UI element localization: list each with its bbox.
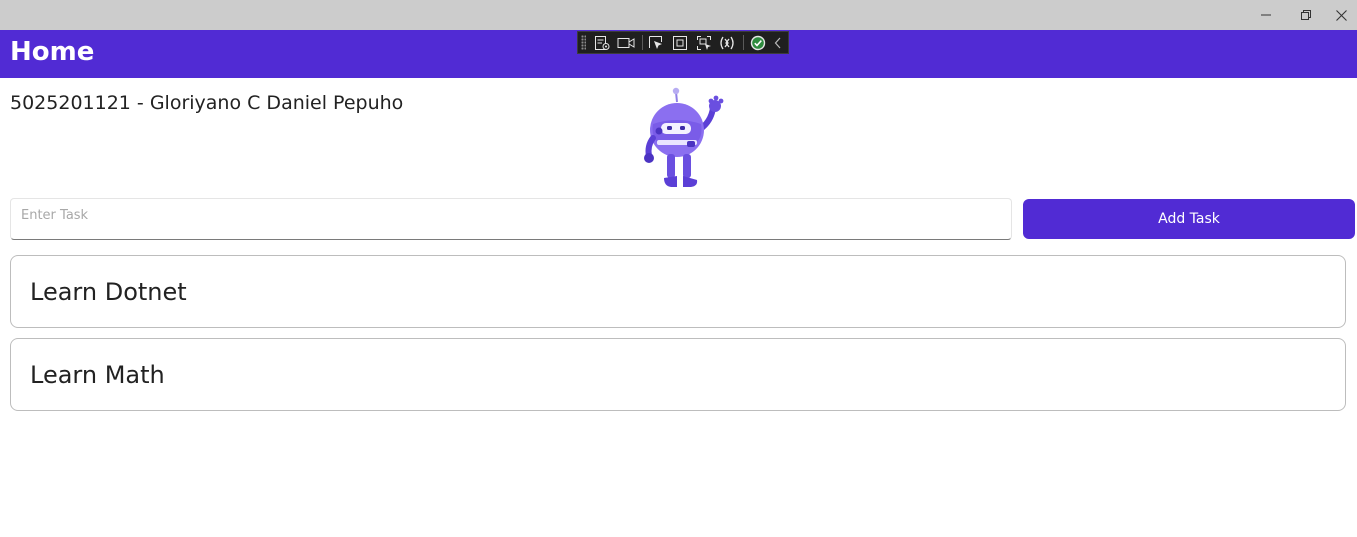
task-item[interactable]: Learn Dotnet <box>10 255 1346 328</box>
collapse-icon <box>774 37 781 48</box>
live-visual-tree-icon <box>595 35 610 50</box>
toolbar-grip[interactable] <box>581 35 587 50</box>
binding-failures-icon <box>720 36 734 49</box>
collapse-toolbar-button[interactable] <box>772 32 784 53</box>
task-item[interactable]: Learn Math <box>10 338 1346 411</box>
task-list: Learn Dotnet Learn Math <box>10 255 1346 421</box>
toolbar-separator <box>743 35 744 50</box>
select-element-icon <box>649 35 663 49</box>
record-icon <box>617 37 635 48</box>
task-entry-input[interactable] <box>10 198 1012 240</box>
binding-failures-button[interactable] <box>717 32 737 53</box>
close-button[interactable] <box>1326 0 1357 30</box>
display-adorners-button[interactable] <box>670 32 690 53</box>
track-focus-icon <box>696 35 711 50</box>
live-visual-tree-button[interactable] <box>592 32 612 53</box>
toolbar-separator <box>641 35 643 50</box>
hot-reload-ok-icon <box>750 35 765 50</box>
dotnet-bot-mascot <box>644 87 724 187</box>
display-adorners-icon <box>672 35 687 50</box>
window-titlebar <box>0 0 1357 30</box>
minimize-button[interactable] <box>1246 0 1286 30</box>
track-focus-button[interactable] <box>694 32 714 53</box>
restore-icon <box>1301 10 1311 20</box>
task-item-label: Learn Dotnet <box>30 277 187 306</box>
select-element-button[interactable] <box>647 32 667 53</box>
record-button[interactable] <box>616 32 636 53</box>
student-info-label: 5025201121 - Gloriyano C Daniel Pepuho <box>10 92 404 114</box>
add-task-button[interactable]: Add Task <box>1023 199 1355 239</box>
page-title: Home <box>10 37 95 67</box>
hot-reload-status-button[interactable] <box>748 32 768 53</box>
close-icon <box>1336 9 1347 21</box>
restore-button[interactable] <box>1286 0 1326 30</box>
task-item-label: Learn Math <box>30 360 165 389</box>
xaml-debug-toolbar <box>577 31 789 54</box>
minimize-icon <box>1261 14 1271 16</box>
